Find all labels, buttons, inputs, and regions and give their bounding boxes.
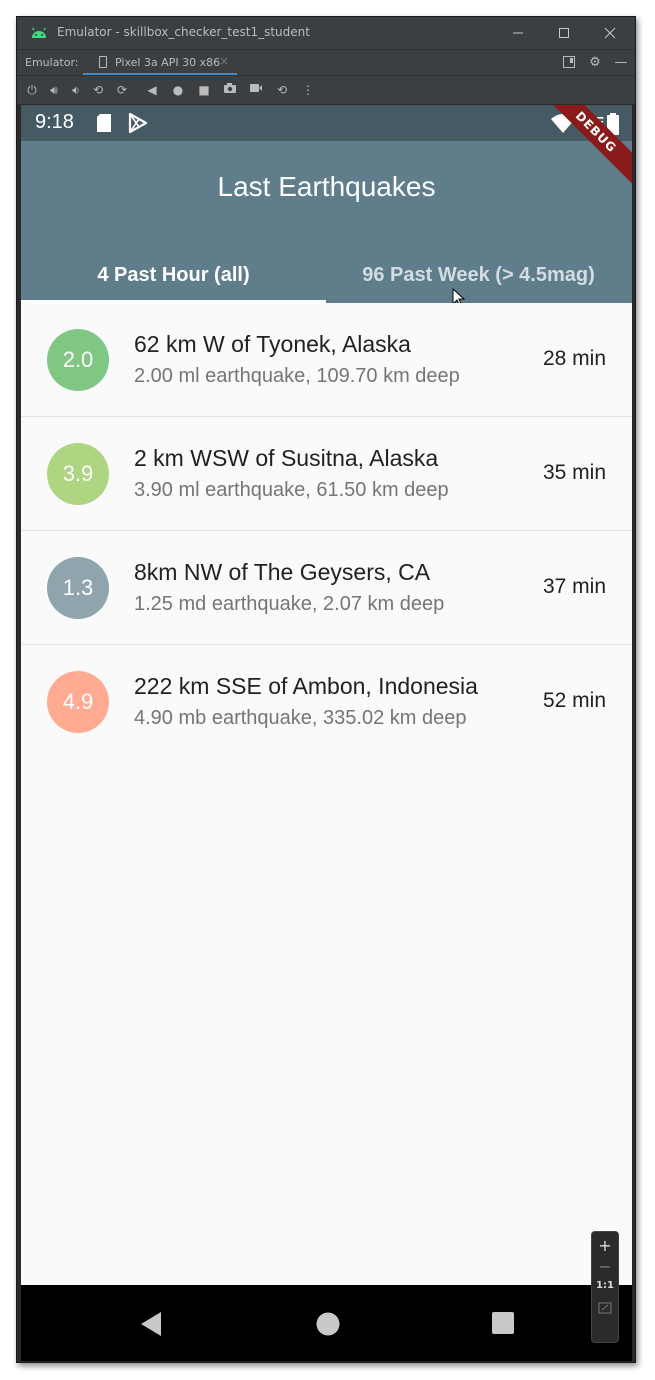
play-store-icon bbox=[128, 112, 148, 134]
nav-home-icon[interactable] bbox=[315, 1311, 341, 1337]
magnitude-badge: 4.9 bbox=[47, 671, 109, 733]
emulator-toolbar: ⏻ 🔊︎ 🔉︎ ⟲ ⟳ ◀ ● ■ ⟲ ⋮ bbox=[17, 75, 635, 104]
list-item[interactable]: 3.9 2 km WSW of Susitna, Alaska 3.90 ml … bbox=[21, 417, 632, 531]
title-bar: Emulator - skillbox_checker_test1_studen… bbox=[17, 17, 635, 49]
minimize-icon bbox=[513, 32, 523, 34]
app-title: Last Earthquakes bbox=[217, 171, 436, 202]
maximize-button[interactable] bbox=[541, 21, 587, 45]
nav-bar bbox=[21, 1285, 632, 1361]
power-icon[interactable]: ⏻ bbox=[23, 81, 41, 99]
window-title: Emulator - skillbox_checker_test1_studen… bbox=[57, 25, 310, 39]
layout-icon[interactable] bbox=[561, 55, 577, 71]
magnitude-badge: 2.0 bbox=[47, 329, 109, 391]
quake-place: 2 km WSW of Susitna, Alaska bbox=[134, 445, 439, 471]
emulator-label: Emulator: bbox=[25, 56, 79, 69]
sd-card-icon bbox=[97, 114, 111, 132]
volume-up-icon[interactable]: 🔊︎ bbox=[45, 81, 63, 99]
android-icon bbox=[32, 27, 46, 38]
minimize-button[interactable] bbox=[495, 21, 541, 45]
quake-time-ago: 35 min bbox=[542, 461, 606, 484]
zoom-fit-button[interactable] bbox=[592, 1299, 618, 1318]
quake-detail: 2.00 ml earthquake, 109.70 km deep bbox=[134, 365, 460, 387]
status-bar: 9:18 LTE bbox=[21, 105, 632, 141]
close-icon bbox=[604, 27, 616, 39]
record-icon[interactable] bbox=[247, 81, 265, 99]
zoom-in-button[interactable]: + bbox=[592, 1236, 618, 1255]
hide-icon[interactable]: — bbox=[613, 55, 629, 71]
tab-close-icon[interactable]: × bbox=[219, 54, 229, 68]
device-screen: 9:18 LTE Last Earthquakes 4 Past Hour (a… bbox=[21, 105, 632, 1285]
quake-place: 8km NW of The Geysers, CA bbox=[134, 559, 431, 585]
quake-detail: 3.90 ml earthquake, 61.50 km deep bbox=[134, 479, 449, 501]
home-icon[interactable]: ● bbox=[169, 81, 187, 99]
status-time: 9:18 bbox=[35, 111, 74, 133]
tab-bar: 4 Past Hour (all) 96 Past Week (> 4.5mag… bbox=[21, 247, 632, 303]
quake-place: 62 km W of Tyonek, Alaska bbox=[134, 331, 411, 357]
list-item[interactable]: 2.0 62 km W of Tyonek, Alaska 2.00 ml ea… bbox=[21, 303, 632, 417]
emulator-window: Emulator - skillbox_checker_test1_studen… bbox=[16, 16, 636, 1363]
zoom-out-button[interactable]: − bbox=[592, 1257, 618, 1276]
phone-icon bbox=[99, 56, 107, 68]
list-item[interactable]: 4.9 222 km SSE of Ambon, Indonesia 4.90 … bbox=[21, 645, 632, 758]
rotate-right-icon[interactable]: ⟳ bbox=[113, 81, 131, 99]
back-icon[interactable]: ◀ bbox=[143, 81, 161, 99]
nav-overview-icon[interactable] bbox=[491, 1311, 515, 1335]
list-item[interactable]: 1.3 8km NW of The Geysers, CA 1.25 md ea… bbox=[21, 531, 632, 645]
quake-time-ago: 37 min bbox=[542, 575, 606, 598]
tab-past-week[interactable]: 96 Past Week (> 4.5mag) bbox=[326, 247, 631, 303]
overview-icon[interactable]: ■ bbox=[195, 81, 213, 99]
magnitude-badge: 3.9 bbox=[47, 443, 109, 505]
device-tab-bar: Emulator: Pixel 3a API 30 x86 × ⚙ — bbox=[17, 49, 635, 76]
screenshot-icon[interactable] bbox=[221, 81, 239, 99]
quake-time-ago: 28 min bbox=[542, 347, 606, 370]
device-tab-label: Pixel 3a API 30 x86 bbox=[115, 56, 221, 69]
close-button[interactable] bbox=[587, 21, 633, 45]
quake-time-ago: 52 min bbox=[542, 689, 606, 712]
more-icon[interactable]: ⋮ bbox=[299, 81, 317, 99]
device-tab[interactable]: Pixel 3a API 30 x86 × bbox=[83, 50, 237, 76]
zoom-controls: + − 1:1 bbox=[591, 1231, 619, 1343]
maximize-icon bbox=[559, 28, 569, 38]
snapshot-icon[interactable]: ⟲ bbox=[273, 81, 291, 99]
magnitude-badge: 1.3 bbox=[47, 557, 109, 619]
app-bar: Last Earthquakes 4 Past Hour (all) 96 Pa… bbox=[21, 141, 632, 303]
tab-past-hour[interactable]: 4 Past Hour (all) bbox=[21, 247, 326, 303]
quake-place: 222 km SSE of Ambon, Indonesia bbox=[134, 673, 478, 699]
quake-detail: 1.25 md earthquake, 2.07 km deep bbox=[134, 593, 445, 615]
zoom-reset-button[interactable]: 1:1 bbox=[592, 1280, 618, 1291]
nav-back-icon[interactable] bbox=[139, 1311, 163, 1337]
earthquake-list: 2.0 62 km W of Tyonek, Alaska 2.00 ml ea… bbox=[21, 303, 632, 758]
gear-icon[interactable]: ⚙ bbox=[587, 55, 603, 71]
fit-screen-icon bbox=[598, 1302, 612, 1314]
volume-down-icon[interactable]: 🔉︎ bbox=[67, 81, 85, 99]
rotate-left-icon[interactable]: ⟲ bbox=[89, 81, 107, 99]
quake-detail: 4.90 mb earthquake, 335.02 km deep bbox=[134, 707, 467, 729]
